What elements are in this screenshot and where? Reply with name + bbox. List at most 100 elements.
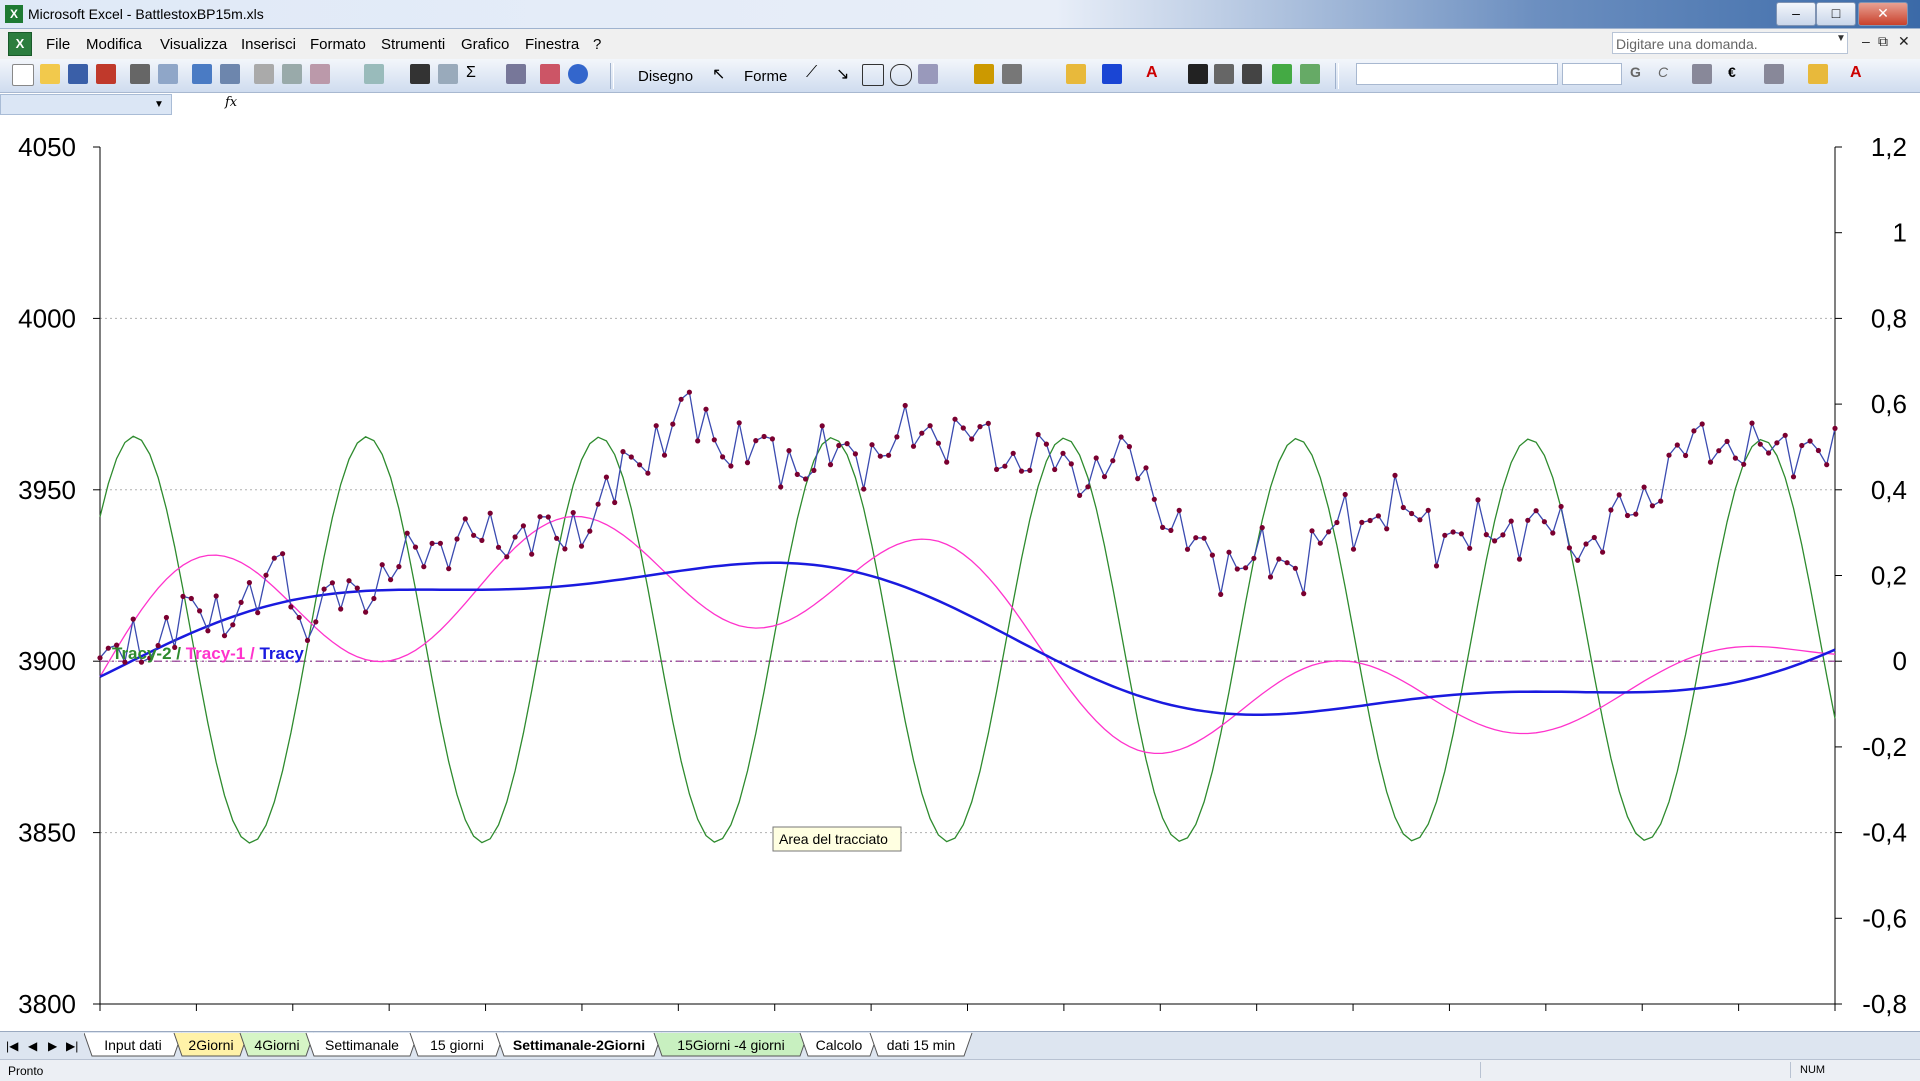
picture-icon[interactable] xyxy=(1002,64,1022,84)
highlight-icon[interactable] xyxy=(1808,64,1828,84)
name-box[interactable] xyxy=(0,94,172,115)
sheet-tab[interactable]: dati 15 min xyxy=(869,1032,973,1057)
undo-icon[interactable] xyxy=(364,64,384,84)
chart-wizard-icon[interactable] xyxy=(540,64,560,84)
arrow-tool-icon[interactable]: ↘ xyxy=(836,64,856,84)
font-color-icon[interactable]: A xyxy=(1146,64,1166,84)
sheet-tabs[interactable]: Input dati 2Giorni 4Giorni Settimanale 15 gi… xyxy=(84,1032,1184,1060)
price-point xyxy=(1533,508,1539,514)
minimize-button[interactable]: – xyxy=(1776,2,1816,26)
doc-restore-icon[interactable]: ⧉ xyxy=(1878,33,1888,50)
ask-dropdown-icon[interactable]: ▼ xyxy=(1836,33,1846,44)
help-icon[interactable] xyxy=(568,64,588,84)
select-pointer-icon[interactable]: ↖ xyxy=(712,64,732,84)
menu-grafico[interactable]: Grafico xyxy=(461,36,509,53)
save-icon[interactable] xyxy=(68,64,88,84)
research-icon[interactable] xyxy=(220,64,240,84)
workbook-icon[interactable]: X xyxy=(8,32,32,56)
menu-file[interactable]: File xyxy=(46,36,70,53)
sheet-tab[interactable]: 15 giorni xyxy=(409,1032,505,1057)
price-point xyxy=(487,510,493,516)
line-style-icon[interactable] xyxy=(1188,64,1208,84)
font-name-select[interactable] xyxy=(1356,63,1558,85)
borders-icon[interactable] xyxy=(1764,64,1784,84)
shadow-icon[interactable] xyxy=(1272,64,1292,84)
autosum-icon[interactable]: Σ xyxy=(466,64,486,84)
excel-app-icon[interactable]: X xyxy=(5,5,23,23)
bold-icon[interactable]: G xyxy=(1630,64,1650,84)
menu-inserisci[interactable]: Inserisci xyxy=(241,36,296,53)
sort-icon[interactable] xyxy=(506,64,526,84)
sheet-tab[interactable]: Settimanale-2Giorni xyxy=(495,1032,663,1057)
price-point xyxy=(1766,450,1772,456)
align-icon[interactable] xyxy=(1692,64,1712,84)
textbox-tool-icon[interactable] xyxy=(918,64,938,84)
print-preview-icon[interactable] xyxy=(158,64,178,84)
menu-help[interactable]: ? xyxy=(593,36,601,53)
doc-close-icon[interactable]: ✕ xyxy=(1898,33,1910,50)
permission-icon[interactable] xyxy=(96,64,116,84)
sheet-tab[interactable]: Settimanale xyxy=(305,1032,419,1057)
draw-menu-button[interactable]: Disegno xyxy=(638,68,693,85)
print-icon[interactable] xyxy=(130,64,150,84)
close-button[interactable]: ✕ xyxy=(1858,2,1908,26)
price-point xyxy=(695,438,701,444)
fill-color-icon[interactable] xyxy=(1066,64,1086,84)
chart-sheet[interactable]: 4050 4000 3950 3900 3850 3800 1,2 1 0,8 0,6 0,4 0,2… xyxy=(0,117,1920,1031)
prev-sheet-icon[interactable]: ◀ xyxy=(28,1039,37,1053)
name-box-dropdown-icon[interactable]: ▼ xyxy=(154,99,164,110)
italic-icon[interactable]: C xyxy=(1658,64,1678,84)
insert-function-icon[interactable]: fx xyxy=(225,95,237,110)
font-size-select[interactable] xyxy=(1562,63,1622,85)
line-color-icon[interactable] xyxy=(1102,64,1122,84)
new-icon[interactable] xyxy=(12,64,34,86)
sheet-tab[interactable]: Input dati xyxy=(84,1032,183,1057)
line-tool-icon[interactable]: ⟋ xyxy=(806,64,826,84)
price-point xyxy=(1732,455,1738,461)
spelling-icon[interactable] xyxy=(192,64,212,84)
oval-tool-icon[interactable] xyxy=(890,64,912,86)
doc-minimize-icon[interactable]: – xyxy=(1862,33,1870,49)
menu-strumenti[interactable]: Strumenti xyxy=(381,36,445,53)
status-divider xyxy=(1480,1062,1481,1078)
euro-icon[interactable]: € xyxy=(1728,64,1748,84)
arrow-style-icon[interactable] xyxy=(1242,64,1262,84)
price-point xyxy=(1633,511,1639,517)
price-point xyxy=(1624,512,1631,519)
price-point xyxy=(354,585,360,591)
sheet-tab[interactable]: 15Giorni -4 giorni xyxy=(653,1032,809,1057)
sheet-tab[interactable]: 4Giorni xyxy=(239,1032,315,1057)
hyperlink-icon[interactable] xyxy=(410,64,430,84)
line-chart[interactable]: 4050 4000 3950 3900 3850 3800 1,2 1 0,8 0,6 0,4 0,2… xyxy=(0,117,1920,1031)
open-icon[interactable] xyxy=(40,64,60,84)
dash-style-icon[interactable] xyxy=(1214,64,1234,84)
menu-formato[interactable]: Formato xyxy=(310,36,366,53)
paste-icon[interactable] xyxy=(310,64,330,84)
maximize-button[interactable]: □ xyxy=(1816,2,1856,26)
price-point xyxy=(803,476,809,482)
rectangle-tool-icon[interactable] xyxy=(862,64,884,86)
3d-icon[interactable] xyxy=(1300,64,1320,84)
menu-visualizza[interactable]: Visualizza xyxy=(160,36,227,53)
sheet-tab[interactable]: Calcolo xyxy=(799,1032,879,1057)
next-sheet-icon[interactable]: ▶ xyxy=(48,1039,57,1053)
shapes-menu-button[interactable]: Forme xyxy=(744,68,787,85)
last-sheet-icon[interactable]: ▶| xyxy=(66,1039,78,1053)
tooltip-text: Area del tracciato xyxy=(779,831,888,847)
price-point xyxy=(1782,432,1788,438)
price-point xyxy=(304,637,311,644)
menu-modifica[interactable]: Modifica xyxy=(86,36,142,53)
sheet-tab[interactable]: 2Giorni xyxy=(173,1032,249,1057)
price-point xyxy=(1458,531,1464,537)
copy-icon[interactable] xyxy=(282,64,302,84)
web-icon[interactable] xyxy=(438,64,458,84)
price-point xyxy=(1052,466,1058,473)
price-point xyxy=(1359,519,1365,525)
menu-finestra[interactable]: Finestra xyxy=(525,36,579,53)
first-sheet-icon[interactable]: |◀ xyxy=(6,1039,18,1053)
text-color-icon[interactable]: A xyxy=(1850,64,1870,84)
ask-question-input[interactable]: Digitare una domanda. xyxy=(1612,32,1848,54)
price-point xyxy=(163,614,169,621)
clipart-icon[interactable] xyxy=(974,64,994,84)
cut-icon[interactable] xyxy=(254,64,274,84)
